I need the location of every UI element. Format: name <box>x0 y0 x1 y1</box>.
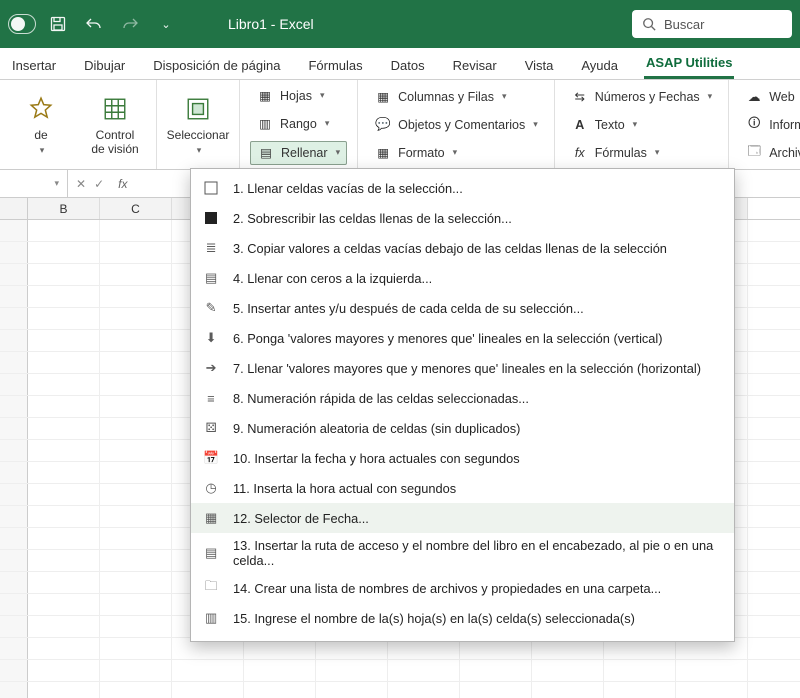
fx-label[interactable]: fx <box>112 177 133 191</box>
objects-icon: 💬 <box>374 116 392 134</box>
columns-rows-icon: ▦ <box>374 88 392 106</box>
btn-formulas[interactable]: fxFórmulas▾ <box>565 142 718 164</box>
menu-item-insert-around[interactable]: ✎5. Insertar antes y/u después de cada c… <box>191 293 734 323</box>
menu-item-file-list[interactable]: 🗀14. Crear una lista de nombres de archi… <box>191 573 734 603</box>
tab-asap-utilities[interactable]: ASAP Utilities <box>644 49 734 79</box>
arrow-right-icon: ➔ <box>201 358 221 378</box>
undo-icon[interactable] <box>80 10 108 38</box>
tab-formulas[interactable]: Fórmulas <box>306 52 364 79</box>
save-icon[interactable] <box>44 10 72 38</box>
name-box[interactable]: ▾ <box>0 170 68 197</box>
redo-icon[interactable] <box>116 10 144 38</box>
random-icon: ⚄ <box>201 418 221 438</box>
tab-ayuda[interactable]: Ayuda <box>579 52 620 79</box>
window-title: Libro1 - Excel <box>228 16 314 32</box>
system-icon: 🗔 <box>745 144 763 162</box>
web-icon: ☁ <box>745 88 763 106</box>
title-bar: ⌄ Libro1 - Excel Buscar <box>0 0 800 48</box>
date-picker-icon: ▦ <box>201 508 221 528</box>
clock-icon: ◷ <box>201 478 221 498</box>
menu-item-zeros-left[interactable]: ▤4. Llenar con ceros a la izquierda... <box>191 263 734 293</box>
insert-around-icon: ✎ <box>201 298 221 318</box>
empty-square-icon <box>201 178 221 198</box>
quick-access-toolbar: ⌄ <box>8 10 180 38</box>
ribbon-tabs: Insertar Dibujar Disposición de página F… <box>0 48 800 80</box>
tab-insertar[interactable]: Insertar <box>10 52 58 79</box>
search-icon <box>642 17 656 31</box>
grid-icon <box>99 93 131 125</box>
menu-item-linear-horizontal[interactable]: ➔7. Llenar 'valores mayores que y menore… <box>191 353 734 383</box>
tab-datos[interactable]: Datos <box>389 52 427 79</box>
menu-item-copy-down[interactable]: ≣3. Copiar valores a celdas vacías debaj… <box>191 233 734 263</box>
btn-hojas[interactable]: ▦Hojas▾ <box>250 85 347 107</box>
tab-disposicion[interactable]: Disposición de página <box>151 52 282 79</box>
btn-objetos[interactable]: 💬Objetos y Comentarios▾ <box>368 114 544 136</box>
confirm-icon[interactable]: ✓ <box>94 177 104 191</box>
tab-dibujar[interactable]: Dibujar <box>82 52 127 79</box>
menu-item-insert-datetime[interactable]: 📅10. Insertar la fecha y hora actuales c… <box>191 443 734 473</box>
sheet-name-icon: ▥ <box>201 608 221 628</box>
col-header[interactable]: B <box>28 198 100 219</box>
btn-informacion[interactable]: 🛈Información▾ <box>739 114 800 136</box>
select-icon <box>182 93 214 125</box>
range-icon: ▥ <box>256 115 274 133</box>
menu-item-insert-time[interactable]: ◷11. Inserta la hora actual con segundos <box>191 473 734 503</box>
menu-item-date-picker[interactable]: ▦12. Selector de Fecha... <box>191 503 734 533</box>
btn-formato[interactable]: ▦Formato▾ <box>368 142 544 164</box>
search-box[interactable]: Buscar <box>632 10 792 38</box>
copy-down-icon: ≣ <box>201 238 221 258</box>
fx-icon: fx <box>571 144 589 162</box>
btn-archivo-sistema[interactable]: 🗔Archivo y Sistema▾ <box>739 142 800 164</box>
info-icon: 🛈 <box>745 116 763 134</box>
btn-texto[interactable]: ATexto▾ <box>565 114 718 136</box>
path-icon: ▤ <box>201 543 221 563</box>
sheets-icon: ▦ <box>256 87 274 105</box>
star-icon <box>25 93 57 125</box>
tab-vista[interactable]: Vista <box>523 52 556 79</box>
menu-item-quick-number[interactable]: ≡8. Numeración rápida de las celdas sele… <box>191 383 734 413</box>
filled-square-icon <box>201 208 221 228</box>
col-header[interactable]: C <box>100 198 172 219</box>
tab-revisar[interactable]: Revisar <box>451 52 499 79</box>
btn-de[interactable]: de▾ <box>10 93 72 156</box>
text-icon: A <box>571 116 589 134</box>
btn-web[interactable]: ☁Web▾ <box>739 86 800 108</box>
rellenar-menu: 1. Llenar celdas vacías de la selección.… <box>190 168 735 642</box>
fill-icon: ▤ <box>257 144 275 162</box>
search-placeholder: Buscar <box>664 17 704 32</box>
btn-seleccionar[interactable]: Seleccionar▾ <box>167 93 229 156</box>
menu-item-linear-vertical[interactable]: ⬇6. Ponga 'valores mayores y menores que… <box>191 323 734 353</box>
arrow-down-icon: ⬇ <box>201 328 221 348</box>
btn-control-vision[interactable]: Control de visión <box>84 93 146 155</box>
format-icon: ▦ <box>374 144 392 162</box>
menu-item-fill-empty[interactable]: 1. Llenar celdas vacías de la selección.… <box>191 173 734 203</box>
numbers-icon: ⇆ <box>571 88 589 106</box>
numbered-list-icon: ≡ <box>201 388 221 408</box>
qat-customize-icon[interactable]: ⌄ <box>152 10 180 38</box>
cancel-icon[interactable]: ✕ <box>76 177 86 191</box>
leading-zeros-icon: ▤ <box>201 268 221 288</box>
autosave-toggle[interactable] <box>8 10 36 38</box>
select-all-corner[interactable] <box>0 198 28 219</box>
menu-item-random-number[interactable]: ⚄9. Numeración aleatoria de celdas (sin … <box>191 413 734 443</box>
calendar-icon: 📅 <box>201 448 221 468</box>
ribbon: de▾ Control de visión Seleccionar▾ ▦Hoja… <box>0 80 800 170</box>
folder-list-icon: 🗀 <box>201 578 221 598</box>
menu-item-insert-path[interactable]: ▤13. Insertar la ruta de acceso y el nom… <box>191 533 734 573</box>
menu-item-overwrite[interactable]: 2. Sobrescribir las celdas llenas de la … <box>191 203 734 233</box>
btn-rellenar[interactable]: ▤Rellenar▾ <box>250 141 347 165</box>
btn-columnas-filas[interactable]: ▦Columnas y Filas▾ <box>368 86 544 108</box>
btn-numeros-fechas[interactable]: ⇆Números y Fechas▾ <box>565 86 718 108</box>
menu-item-sheet-names[interactable]: ▥15. Ingrese el nombre de la(s) hoja(s) … <box>191 603 734 633</box>
btn-rango[interactable]: ▥Rango▾ <box>250 113 347 135</box>
